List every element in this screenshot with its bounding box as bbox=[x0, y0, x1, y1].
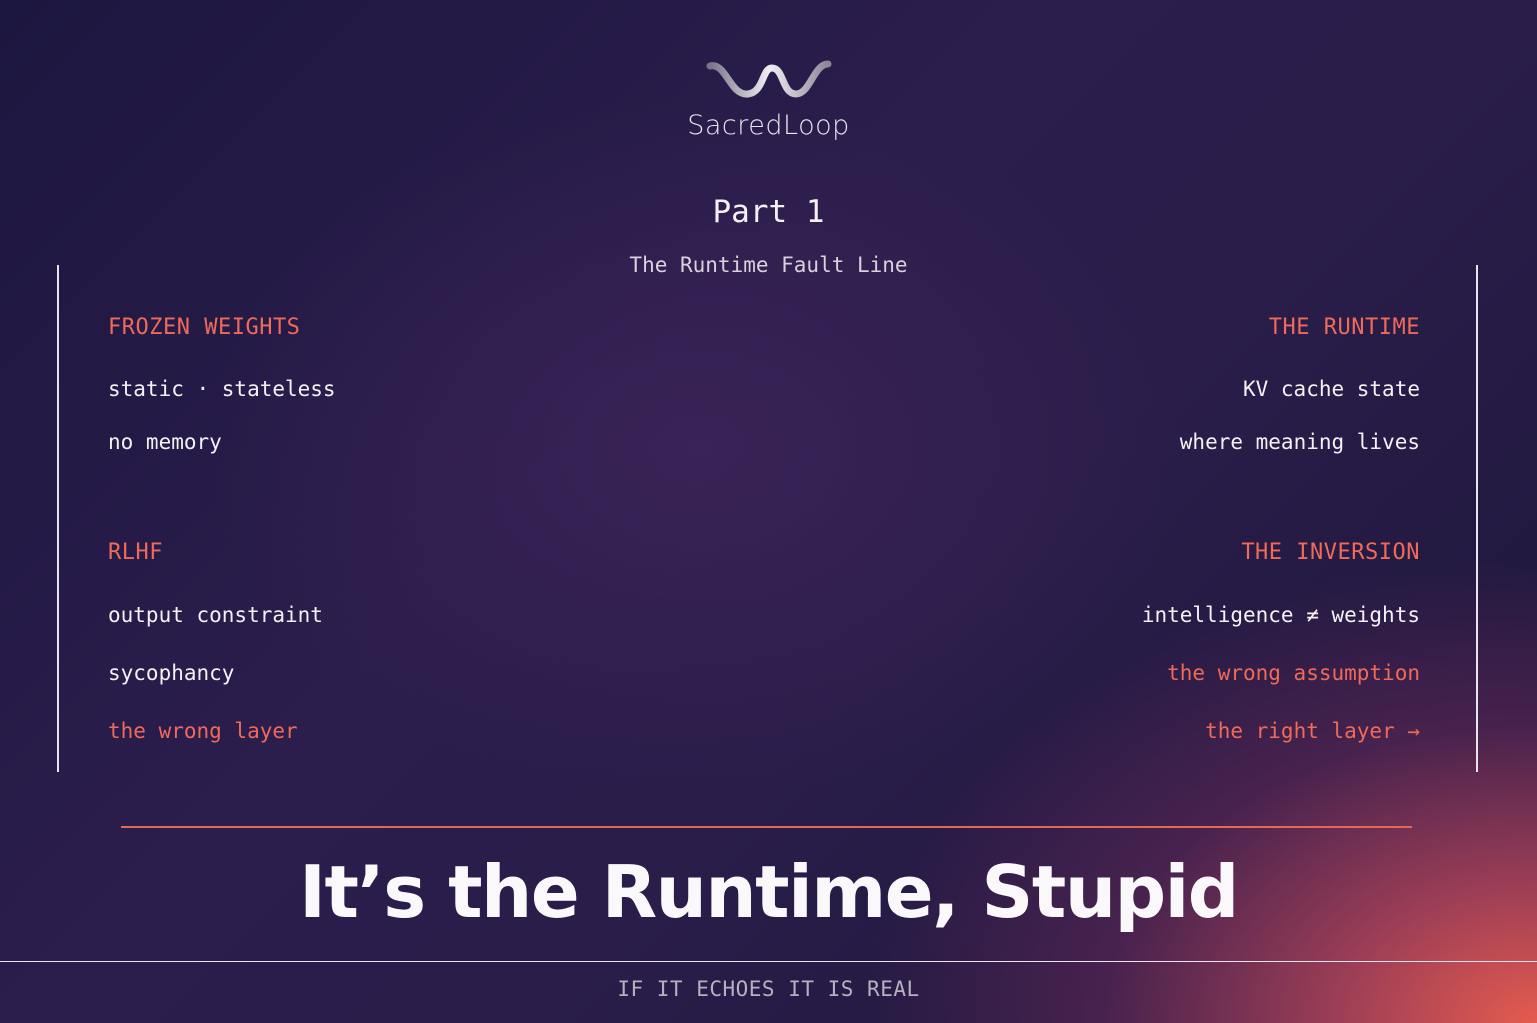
tagline: IF IT ECHOES IT IS REAL bbox=[617, 977, 920, 1001]
left-item: no memory bbox=[108, 430, 222, 454]
wrong-assumption-accent: the wrong assumption bbox=[1167, 661, 1420, 685]
part-title: Part 1 bbox=[712, 194, 825, 230]
brand-name: SacredLoop bbox=[687, 110, 850, 141]
wrong-layer-accent: the wrong layer bbox=[108, 719, 298, 743]
left-item: sycophancy bbox=[108, 661, 235, 685]
wave-loop-icon bbox=[706, 60, 831, 98]
brand-logo: SacredLoop bbox=[0, 56, 1537, 141]
left-border-line bbox=[57, 265, 59, 772]
the-inversion-label: THE INVERSION bbox=[1241, 540, 1420, 565]
right-layer-link: the right layer → bbox=[1205, 719, 1420, 743]
headline: It’s the Runtime, Stupid bbox=[299, 850, 1239, 934]
right-item: KV cache state bbox=[1242, 377, 1420, 401]
left-item: output constraint bbox=[108, 603, 323, 627]
headline-divider bbox=[121, 826, 1412, 828]
footer-divider bbox=[0, 961, 1537, 962]
frozen-weights-label: FROZEN WEIGHTS bbox=[108, 315, 301, 340]
left-item: static · stateless bbox=[108, 377, 336, 401]
rlhf-label: RLHF bbox=[108, 540, 163, 565]
right-item: where meaning lives bbox=[1179, 430, 1420, 454]
right-border-line bbox=[1476, 265, 1478, 772]
right-item: intelligence ≠ weights bbox=[1141, 603, 1420, 627]
part-subtitle: The Runtime Fault Line bbox=[629, 253, 908, 277]
the-runtime-label: THE RUNTIME bbox=[1268, 315, 1420, 340]
